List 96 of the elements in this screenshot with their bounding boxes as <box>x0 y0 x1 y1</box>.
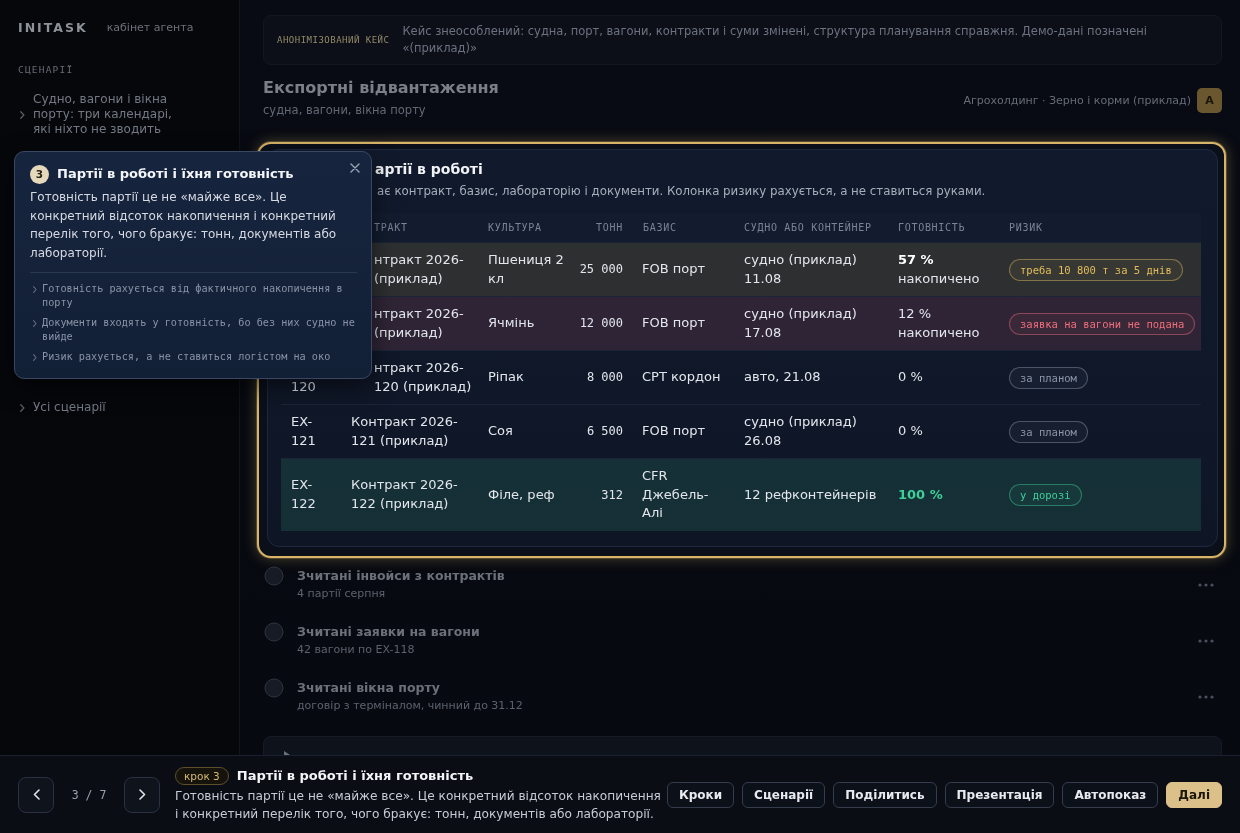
table-cell: нтракт 2026- (приклад) <box>374 305 464 342</box>
page-title: Експортні відвантаження <box>263 78 499 98</box>
event-title: Зчитані заявки на вагони <box>297 622 481 641</box>
point-text: Готовність рахується від фактичного накопичення в порту <box>42 282 344 310</box>
table-cell: нтракт 2026- (приклад) <box>374 251 464 288</box>
card-title: артії в роботі <box>375 160 484 179</box>
chevron-icon <box>20 403 25 412</box>
popover-title: Партії в роботі і їхня готовність <box>57 165 294 183</box>
column-header: КУЛЬТУРА <box>488 221 542 234</box>
table-cell: Ячмінь <box>488 314 535 333</box>
risk-badge: треба 10 800 т за 5 днів <box>1009 258 1183 281</box>
table-cell-text: 25 000 <box>579 261 623 279</box>
event-note: 4 партії серпня <box>297 585 387 602</box>
table-cell-text: CFR Джебель-Алі <box>642 467 710 522</box>
table-cell-text: 12 % накопичено <box>898 305 981 342</box>
column-header: СУДНО АБО КОНТЕЙНЕР <box>744 221 872 234</box>
risk-badge: заявка на вагони не подана <box>1009 312 1196 335</box>
table-cell-text: Контракт 2026- 122 (приклад) <box>351 476 458 513</box>
table-cell: Ріпак <box>488 368 524 387</box>
close-button[interactable] <box>348 161 362 175</box>
chevron-icon <box>33 286 37 293</box>
toolbar-button[interactable]: Кроки <box>666 781 735 808</box>
event-note: договір з терміналом, чинний до 31.12 <box>297 697 524 714</box>
table-cell: Соя <box>488 422 513 441</box>
table-cell: 12 рефконтейнерів <box>744 485 877 504</box>
table-cell: Контракт 2026- 121 (приклад) <box>351 413 458 450</box>
popover-text: Готовність партії це не «майже все». Це конкретний відсоток накопичення і конкретний перелік того, чого бракує: тонн, документів або лабораторії. <box>30 189 338 262</box>
column-header: ТОНН <box>596 221 623 234</box>
brand-logo: INITASK <box>18 20 88 36</box>
chevron-right-icon <box>138 789 146 800</box>
table-cell: FOB порт <box>642 422 706 441</box>
table-cell-text: Пшениця 2 кл <box>488 251 565 288</box>
event-title: Зчитані інвойси з контрактів <box>297 566 506 585</box>
step-title: Партії в роботі і їхня готовність <box>236 766 474 785</box>
table-cell: CPT кордон <box>642 368 721 387</box>
step-number: 3 <box>30 164 49 184</box>
company-name: Агрохолдинг · Зерно і корми (приклад) <box>963 93 1191 107</box>
toolbar-button[interactable]: Поділитись <box>833 781 937 808</box>
table-cell: EX- 121 <box>291 413 316 450</box>
table-cell: 0 % <box>898 368 923 387</box>
column-header: ТРАКТ <box>374 221 408 234</box>
table-cell-text: 12 000 <box>579 315 623 333</box>
chevron-icon <box>33 320 37 327</box>
event-title: Зчитані вікна порту <box>297 678 441 697</box>
notice-text: Кейс знеособлений: судна, порт, вагони, контракти і суми змінені, структура планування справжня. Демо-дані позначені «(приклад)» <box>402 23 1148 57</box>
column-header: РИЗИК <box>1009 221 1043 234</box>
dots-icon <box>1198 694 1214 699</box>
chevron-icon <box>20 110 25 119</box>
circle-icon <box>264 621 284 642</box>
table-cell-text: судно (приклад) 17.08 <box>744 305 858 342</box>
close-icon <box>350 163 360 173</box>
section-label: СЦЕНАРІЇ <box>18 64 74 76</box>
all-scenarios-link[interactable]: Усі сценарії <box>18 400 180 415</box>
table-cell-text: 312 <box>601 486 623 504</box>
brand-caption: кабінет агента <box>106 20 194 36</box>
toolbar-button[interactable]: Сценарії <box>742 781 826 808</box>
chevron-left-icon <box>32 789 40 800</box>
toolbar-button[interactable]: Презентація <box>944 781 1055 808</box>
risk-badge: у дорозі <box>1009 483 1082 506</box>
risk-badge: за планом <box>1009 420 1088 443</box>
table-cell-text: судно (приклад) 26.08 <box>744 413 858 450</box>
page-subtitle: судна, вагони, вікна порту <box>263 102 427 118</box>
step-text: Готовність партії це не «майже все». Це конкретний відсоток накопичення і конкретний перелік того, чого бракує: тонн, документів або лабораторії. <box>175 787 662 823</box>
table-cell-text: 57 % накопичено <box>898 251 981 288</box>
next-step-button[interactable]: Далі <box>1166 781 1222 808</box>
table-cell: авто, 21.08 <box>744 368 821 387</box>
toolbar-button[interactable]: Автопоказ <box>1062 781 1159 808</box>
previous-button[interactable] <box>18 776 54 813</box>
table-cell: 100 % <box>898 485 943 504</box>
table-cell: FOB порт <box>642 260 706 279</box>
column-header: ГОТОВНІСТЬ <box>898 221 966 234</box>
event-note: 42 вагони по EX-118 <box>297 641 416 658</box>
table-cell: 0 % <box>898 422 923 441</box>
chevron-icon <box>33 354 37 361</box>
risk-badge: за планом <box>1009 366 1088 389</box>
table-cell: нтракт 2026- 120 (приклад) <box>374 359 472 396</box>
column-header: БАЗИС <box>643 221 677 234</box>
notice-label: АНОНІМІЗОВАНИЙ КЕЙС <box>277 35 390 45</box>
card-subtitle: ає контракт, базис, лабораторію і документи. Колонка ризику рахується, а не ставиться руками. <box>377 183 987 200</box>
point-text: Документи входять у готовність, бо без них судно не вийде <box>42 316 356 344</box>
table-cell: 120 <box>291 377 316 396</box>
table-cell: FOB порт <box>642 314 706 333</box>
circle-icon <box>264 565 284 586</box>
point-text: Ризик рахується, а не ставиться логістом на око <box>42 350 331 364</box>
dots-icon <box>1198 638 1214 643</box>
scenario-link[interactable]: Судно, вагони і вікна порту: три календарі, які ніхто не зводить <box>18 92 180 137</box>
circle-icon <box>264 677 284 698</box>
table-cell-text: 8 000 <box>586 369 623 387</box>
table-cell: Філе, реф <box>488 485 555 504</box>
next-button[interactable] <box>124 776 160 813</box>
step-counter: 3 / 7 <box>70 787 108 802</box>
step-badge: крок 3 <box>175 766 229 785</box>
dots-icon <box>1198 582 1214 587</box>
table-cell-text: 6 500 <box>586 423 623 441</box>
table-cell-text: EX- 122 <box>291 476 316 513</box>
table-cell-text: судно (приклад) 11.08 <box>744 251 858 288</box>
